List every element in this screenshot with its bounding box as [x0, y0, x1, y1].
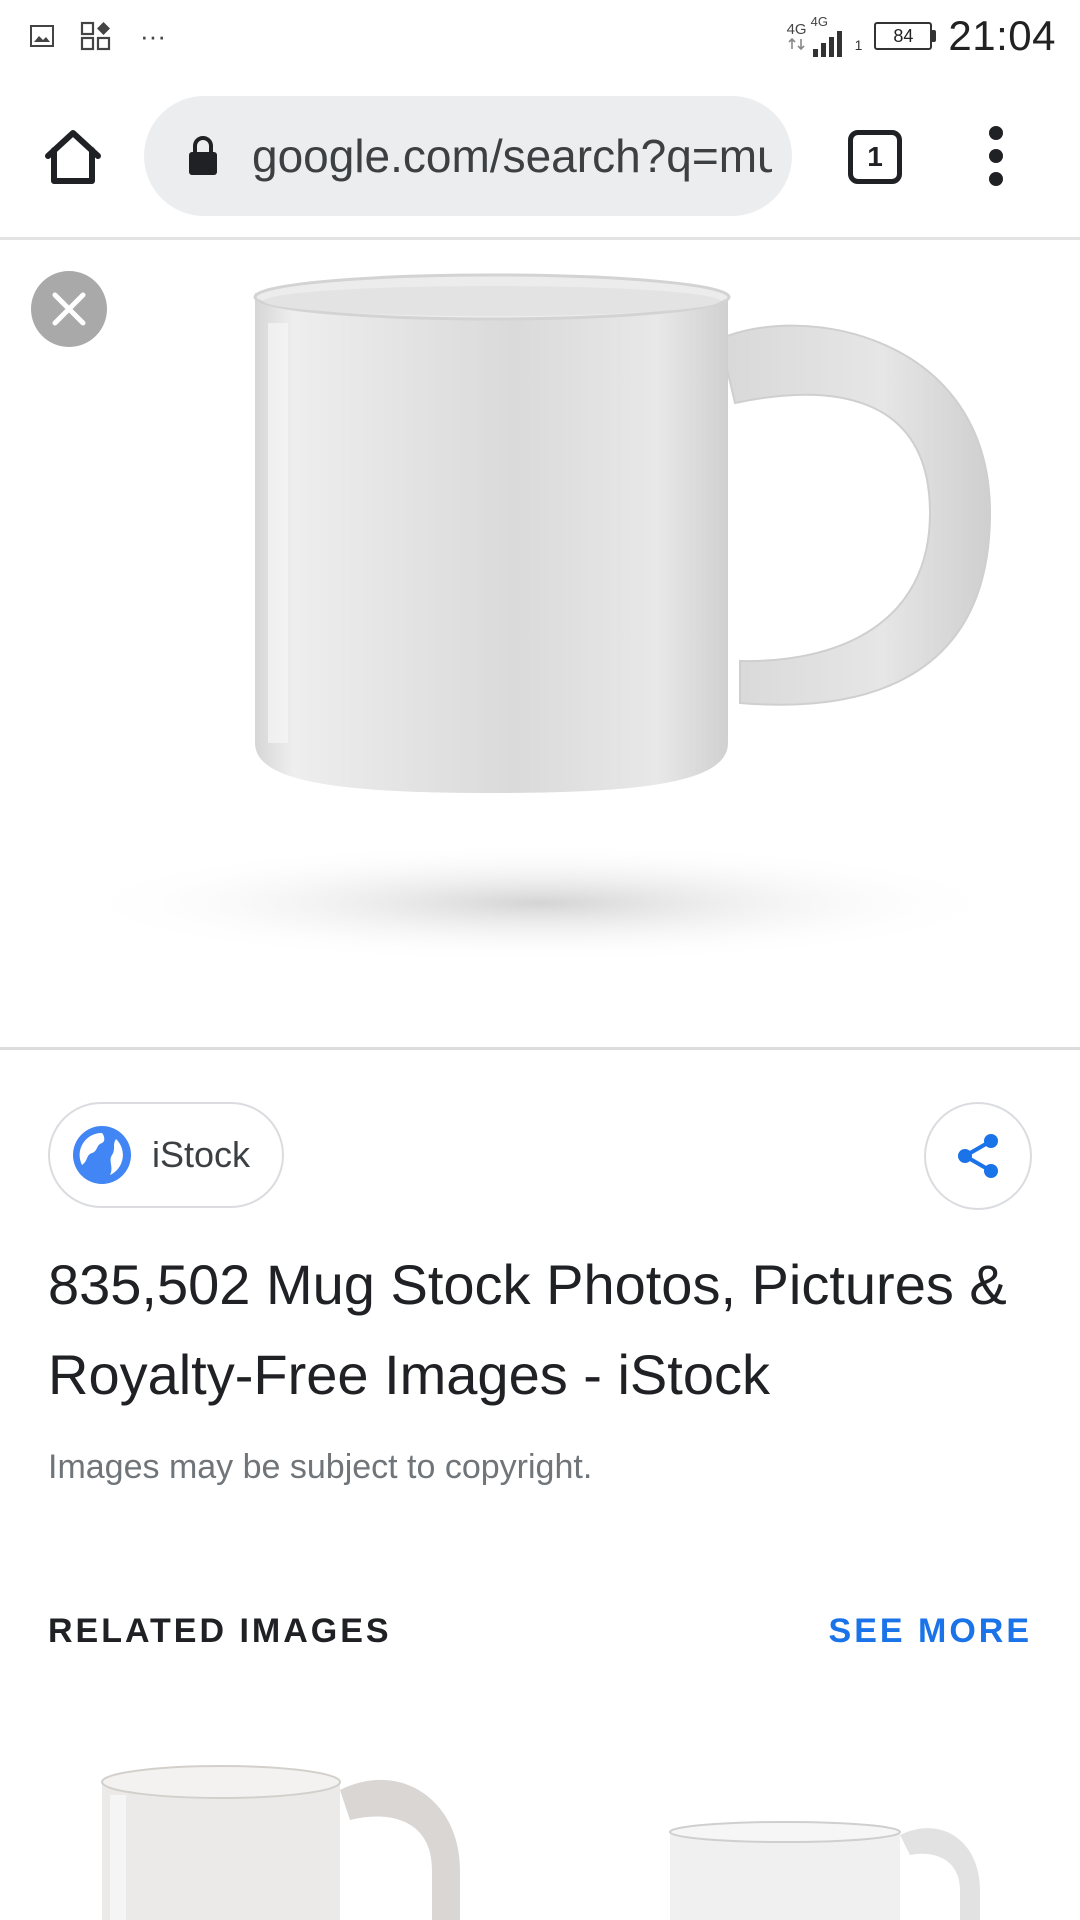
battery-level: 84	[893, 25, 914, 46]
network-label: 4G	[810, 13, 828, 29]
close-icon	[52, 292, 86, 326]
data-arrows-icon	[788, 37, 805, 50]
browser-toolbar: google.com/search?q=mug 1	[0, 72, 1080, 240]
gallery-notification-icon	[30, 25, 54, 47]
image-viewer	[0, 243, 1080, 1050]
network-label: 4G	[786, 20, 807, 38]
signal-icon	[812, 30, 842, 57]
more-notifications-icon: ···	[140, 20, 166, 51]
network-type-1: 4G	[787, 22, 807, 51]
globe-icon	[73, 1126, 131, 1184]
app-grid-icon	[80, 21, 114, 51]
url-text: google.com/search?q=mug	[252, 130, 772, 182]
status-left: ···	[30, 21, 166, 52]
url-bar[interactable]: google.com/search?q=mug	[144, 96, 792, 216]
close-button[interactable]	[31, 271, 107, 347]
mug-image[interactable]	[0, 243, 1080, 1050]
battery-icon: 84	[874, 22, 937, 50]
mug-thumbnail	[669, 1821, 980, 1920]
home-icon	[45, 130, 101, 184]
share-button[interactable]	[924, 1102, 1032, 1210]
status-right: 4G 4G 1 84 21:04	[787, 12, 1056, 60]
result-title[interactable]: 835,502 Mug Stock Photos, Pictures & Roy…	[48, 1240, 1038, 1420]
more-vert-icon[interactable]	[976, 126, 1016, 186]
status-bar: ··· 4G 4G 1 84 21:04	[0, 0, 1080, 72]
see-more-link[interactable]: SEE MORE	[829, 1612, 1032, 1651]
tab-switcher-button[interactable]: 1	[848, 130, 902, 184]
clock: 21:04	[948, 12, 1056, 59]
lock-icon	[189, 136, 217, 175]
source-chip[interactable]: iStock	[48, 1102, 284, 1208]
share-icon	[958, 1134, 998, 1178]
related-images-header: RELATED IMAGES	[48, 1612, 392, 1650]
source-name: iStock	[152, 1134, 251, 1175]
home-button[interactable]	[38, 122, 108, 192]
mug-thumbnail	[101, 1765, 460, 1920]
related-image-thumbnail[interactable]	[580, 1740, 1040, 1920]
related-image-thumbnail[interactable]	[40, 1740, 500, 1920]
copyright-note: Images may be subject to copyright.	[48, 1448, 593, 1486]
sim-slot-label: 1	[854, 37, 863, 53]
tab-count: 1	[867, 141, 883, 172]
network-type-2: 4G	[811, 14, 853, 59]
